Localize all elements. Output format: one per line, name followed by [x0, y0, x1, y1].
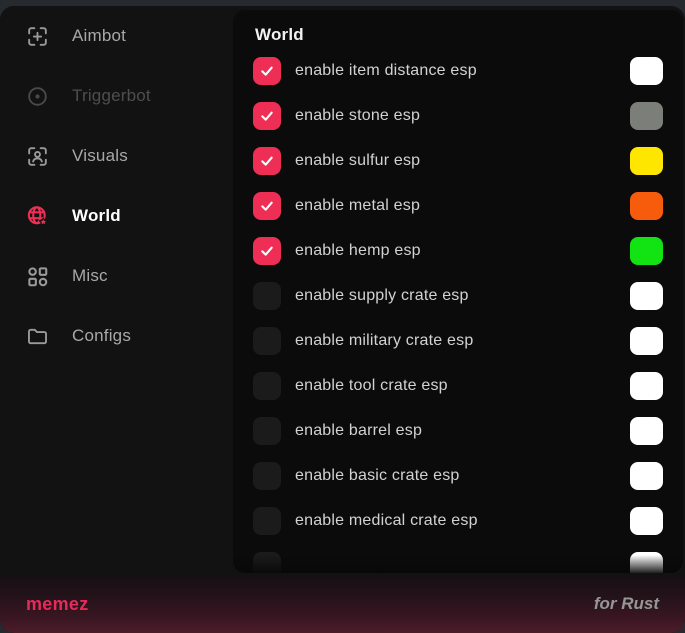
esp-row: enable sulfur esp [253, 147, 663, 175]
esp-row [253, 552, 663, 573]
esp-option-list: enable item distance esp enable stone es… [233, 57, 683, 573]
check-icon [259, 108, 275, 124]
esp-option-label: enable basic crate esp [295, 467, 460, 485]
esp-checkbox[interactable] [253, 147, 281, 175]
esp-row: enable stone esp [253, 102, 663, 130]
esp-checkbox[interactable] [253, 462, 281, 490]
sidebar-item-configs[interactable]: Configs [0, 306, 233, 366]
sidebar-item-label: Visuals [72, 146, 128, 166]
esp-option-label: enable item distance esp [295, 62, 477, 80]
cheat-menu-window: Aimbot Triggerbot [0, 6, 685, 633]
esp-checkbox[interactable] [253, 192, 281, 220]
crosshair-scan-icon [25, 24, 50, 49]
color-swatch[interactable] [630, 507, 663, 535]
esp-row: enable barrel esp [253, 417, 663, 445]
sidebar: Aimbot Triggerbot [0, 6, 233, 575]
esp-checkbox[interactable] [253, 372, 281, 400]
esp-checkbox[interactable] [253, 102, 281, 130]
product-tagline: for Rust [594, 594, 659, 614]
sidebar-item-label: Configs [72, 326, 131, 346]
sidebar-item-world[interactable]: World [0, 186, 233, 246]
esp-checkbox[interactable] [253, 417, 281, 445]
check-icon [259, 153, 275, 169]
esp-checkbox[interactable] [253, 327, 281, 355]
esp-checkbox[interactable] [253, 57, 281, 85]
esp-row: enable item distance esp [253, 57, 663, 85]
esp-row: enable basic crate esp [253, 462, 663, 490]
sidebar-item-label: Triggerbot [72, 86, 151, 106]
color-swatch[interactable] [630, 57, 663, 85]
sidebar-item-label: Misc [72, 266, 108, 286]
esp-option-label: enable tool crate esp [295, 377, 448, 395]
folder-icon [25, 324, 50, 349]
color-swatch[interactable] [630, 372, 663, 400]
esp-option-label: enable medical crate esp [295, 512, 478, 530]
color-swatch[interactable] [630, 237, 663, 265]
person-scan-icon [25, 144, 50, 169]
esp-row: enable hemp esp [253, 237, 663, 265]
sidebar-item-label: World [72, 206, 121, 226]
esp-checkbox[interactable] [253, 552, 281, 573]
esp-row: enable tool crate esp [253, 372, 663, 400]
esp-option-label: enable stone esp [295, 107, 420, 125]
esp-row: enable military crate esp [253, 327, 663, 355]
esp-checkbox[interactable] [253, 282, 281, 310]
world-panel: World enable item distance esp enable st… [233, 10, 683, 573]
check-icon [259, 63, 275, 79]
esp-option-label: enable military crate esp [295, 332, 473, 350]
esp-option-label: enable barrel esp [295, 422, 422, 440]
color-swatch[interactable] [630, 552, 663, 573]
check-icon [259, 198, 275, 214]
color-swatch[interactable] [630, 282, 663, 310]
esp-option-label: enable sulfur esp [295, 152, 420, 170]
circle-dot-icon [25, 84, 50, 109]
color-swatch[interactable] [630, 327, 663, 355]
color-swatch[interactable] [630, 147, 663, 175]
panel-title: World [233, 10, 683, 46]
color-swatch[interactable] [630, 102, 663, 130]
esp-option-label: enable supply crate esp [295, 287, 469, 305]
color-swatch[interactable] [630, 192, 663, 220]
esp-row: enable medical crate esp [253, 507, 663, 535]
globe-star-icon [25, 204, 50, 229]
color-swatch[interactable] [630, 462, 663, 490]
esp-row: enable metal esp [253, 192, 663, 220]
sidebar-item-aimbot[interactable]: Aimbot [0, 6, 233, 66]
sidebar-item-label: Aimbot [72, 26, 126, 46]
esp-row: enable supply crate esp [253, 282, 663, 310]
color-swatch[interactable] [630, 417, 663, 445]
esp-option-label: enable hemp esp [295, 242, 421, 260]
esp-checkbox[interactable] [253, 237, 281, 265]
esp-option-label: enable metal esp [295, 197, 420, 215]
esp-checkbox[interactable] [253, 507, 281, 535]
sidebar-item-misc[interactable]: Misc [0, 246, 233, 306]
sidebar-item-triggerbot[interactable]: Triggerbot [0, 66, 233, 126]
brand-name: memez [26, 594, 89, 615]
footer-bar: memez for Rust [0, 575, 685, 633]
category-grid-icon [25, 264, 50, 289]
check-icon [259, 243, 275, 259]
sidebar-item-visuals[interactable]: Visuals [0, 126, 233, 186]
